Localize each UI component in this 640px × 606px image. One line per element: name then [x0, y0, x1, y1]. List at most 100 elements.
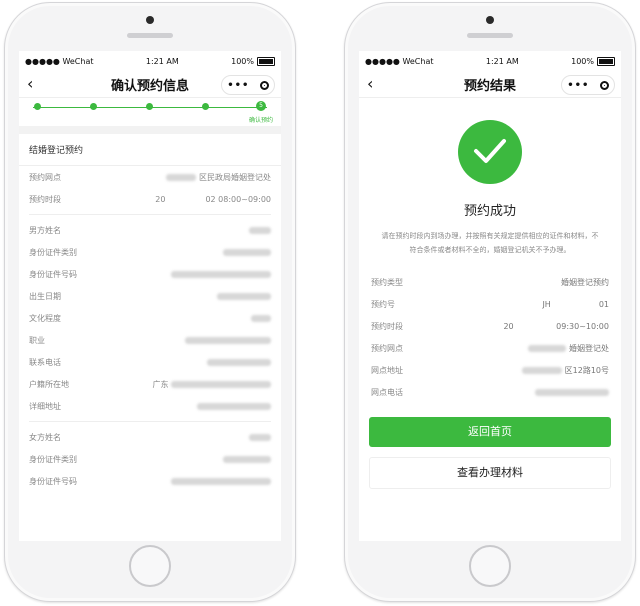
screen-confirm: ●●●●● WeChat 1:21 AM 100% ‹ 确认预约信息 ••• 5… [19, 51, 281, 541]
front-camera [486, 16, 494, 24]
status-carrier: ●●●●● WeChat [365, 56, 434, 66]
row-male-occupation: 职业 [19, 329, 281, 351]
battery-icon [597, 56, 615, 66]
booking-point-value: 区民政局婚姻登记处 [199, 172, 271, 182]
status-battery: 100% [231, 56, 275, 66]
row-female-id-number: 身份证件号码 [19, 470, 281, 492]
step-dot [33, 103, 41, 110]
redacted [249, 226, 271, 234]
success-check-icon [458, 120, 522, 184]
back-icon[interactable]: ‹ [27, 74, 33, 93]
nav-bar: ‹ 确认预约信息 ••• [19, 71, 281, 98]
row-male-name: 男方姓名 [19, 219, 281, 241]
front-camera [146, 16, 154, 24]
redacted [223, 455, 271, 463]
row-value: 区12路10号 [522, 365, 609, 376]
status-time: 1:21 AM [145, 56, 179, 66]
row-male-address: 详细地址 [19, 395, 281, 417]
redacted [185, 336, 271, 344]
status-time: 1:21 AM [485, 56, 519, 66]
home-button[interactable] [469, 545, 511, 587]
row-label: 联系电话 [29, 357, 61, 367]
redacted [171, 270, 271, 278]
redacted [535, 388, 609, 396]
row-address: 网点地址 区12路10号 [359, 359, 621, 381]
row-label: 出生日期 [29, 291, 61, 301]
row-label: 详细地址 [29, 401, 61, 411]
step-current-marker: 5 [256, 101, 266, 111]
more-icon[interactable]: ••• [567, 80, 589, 91]
miniprogram-capsule: ••• [221, 75, 275, 95]
row-label: 预约类型 [371, 277, 403, 287]
redacted [207, 358, 271, 366]
notice-text: 请在预约时段内到场办理，并按照有关规定提供相应的证件和材料，不符合条件或者材料不… [381, 232, 599, 254]
status-carrier: ●●●●● WeChat [25, 56, 94, 66]
row-booking-point: 预约网点 婚姻登记处 [359, 337, 621, 359]
row-label: 预约网点 [29, 172, 61, 182]
row-label: 身份证件号码 [29, 269, 77, 279]
row-value: 20 09:30~10:00 [503, 321, 609, 331]
redacted [528, 344, 567, 352]
row-booking-point: 预约网点 区民政局婚姻登记处 [19, 166, 281, 188]
row-label: 预约号 [371, 299, 395, 309]
phone-left: ●●●●● WeChat 1:21 AM 100% ‹ 确认预约信息 ••• 5… [4, 2, 296, 602]
divider-gap [19, 126, 281, 134]
row-value: 区民政局婚姻登记处 [166, 172, 271, 183]
redacted [249, 433, 271, 441]
step-dot [145, 103, 153, 110]
success-title: 预约成功 [463, 204, 516, 219]
row-female-id-type: 身份证件类别 [19, 448, 281, 470]
battery-text: 100% [571, 56, 594, 66]
row-male-birthdate: 出生日期 [19, 285, 281, 307]
row-value: JH 01 [542, 299, 609, 309]
redacted [522, 366, 563, 374]
more-icon[interactable]: ••• [227, 80, 249, 91]
separator [29, 421, 271, 422]
row-phone: 网点电话 [359, 381, 621, 403]
household-prefix: 广东 [152, 379, 169, 389]
status-bar: ●●●●● WeChat 1:21 AM 100% [19, 51, 281, 71]
status-bar: ●●●●● WeChat 1:21 AM 100% [359, 51, 621, 71]
speaker-grille [467, 33, 513, 38]
close-miniprogram-icon[interactable] [599, 80, 609, 90]
row-label: 网点电话 [371, 387, 403, 397]
row-booking-time: 预约时段 20 02 08:00~09:00 [19, 188, 281, 210]
redacted [166, 173, 197, 181]
step-4 [179, 103, 231, 114]
row-male-phone: 联系电话 [19, 351, 281, 373]
row-booking-time: 预约时段 20 09:30~10:00 [359, 315, 621, 337]
booking-point-value: 婚姻登记处 [569, 343, 609, 353]
redacted [251, 314, 271, 322]
row-value: 婚姻登记处 [528, 343, 609, 354]
row-male-education: 文化程度 [19, 307, 281, 329]
redacted [217, 292, 271, 300]
view-materials-button[interactable]: 查看办理材料 [369, 457, 611, 489]
row-label: 文化程度 [29, 313, 61, 323]
battery-icon [257, 56, 275, 66]
step-label-current: 确认预约 [248, 117, 273, 124]
status-battery: 100% [571, 56, 615, 66]
booking-time-value: 20 02 08:00~09:00 [155, 194, 271, 204]
battery-text: 100% [231, 56, 254, 66]
row-booking-number: 预约号 JH 01 [359, 293, 621, 315]
redacted [197, 402, 271, 410]
row-booking-type: 预约类型 婚姻登记预约 [359, 271, 621, 293]
row-label: 身份证件号码 [29, 476, 77, 486]
home-button[interactable] [129, 545, 171, 587]
redacted [223, 248, 271, 256]
step-3 [123, 103, 175, 114]
row-label: 预约时段 [371, 321, 403, 331]
close-miniprogram-icon[interactable] [259, 80, 269, 90]
step-2 [67, 103, 119, 114]
row-male-id-number: 身份证件号码 [19, 263, 281, 285]
back-icon[interactable]: ‹ [367, 74, 373, 93]
address-value: 区12路10号 [564, 365, 609, 375]
nav-bar: ‹ 预约结果 ••• [359, 71, 621, 98]
step-dot [201, 103, 209, 110]
row-label: 户籍所在地 [29, 379, 69, 389]
screen-result: ●●●●● WeChat 1:21 AM 100% ‹ 预约结果 ••• 预约成… [359, 51, 621, 541]
back-home-button[interactable]: 返回首页 [369, 417, 611, 447]
row-label: 男方姓名 [29, 225, 61, 235]
row-label: 职业 [29, 335, 45, 345]
